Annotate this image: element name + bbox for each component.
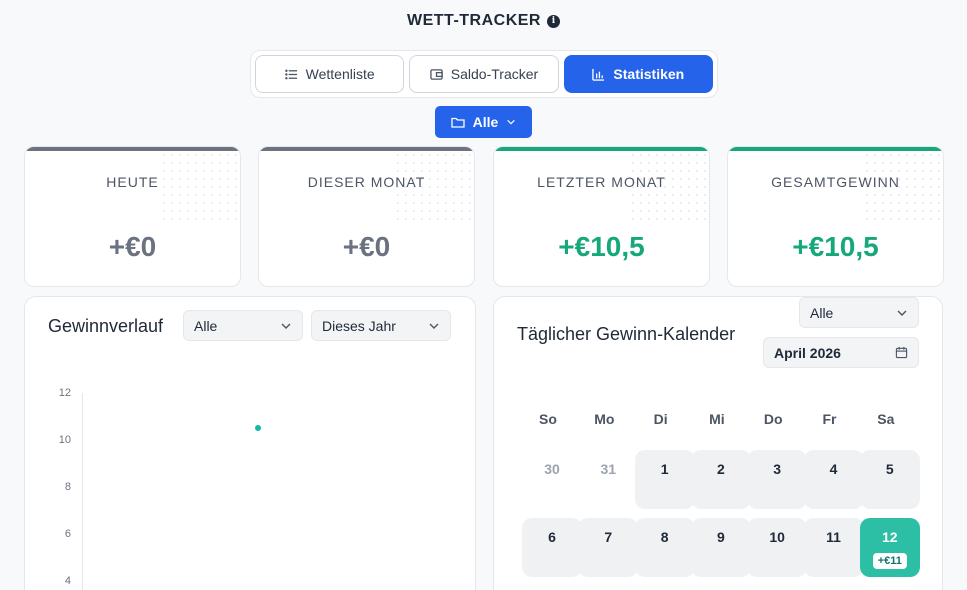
gewinnverlauf-period-select[interactable]: Dieses Jahr [311,310,451,341]
calendar-day-number: 7 [604,529,613,545]
gewinnverlauf-title: Gewinnverlauf [48,316,164,336]
calendar-day[interactable]: 3 [747,450,808,509]
calendar-day[interactable]: 5 [859,450,920,509]
chart-y-tick: 6 [64,528,71,540]
weekday-label: So [539,411,557,427]
info-icon[interactable]: i [546,14,560,28]
calendar-day-number: 1 [660,461,669,477]
calendar-day-number: 12 [882,529,898,545]
stat-value: +€10,5 [792,231,879,262]
calendar-day[interactable]: 8 [634,518,695,577]
tab-label: Statistiken [613,66,685,82]
weekday-label: Do [763,411,783,427]
calendar-icon [895,346,908,359]
stat-label: HEUTE [106,174,159,190]
gewinnverlauf-category-select[interactable]: Alle [183,310,303,341]
calendar-day[interactable]: 4 [803,450,864,509]
chart-y-tick: 12 [58,387,71,399]
calendar-category-select[interactable]: Alle [799,297,919,328]
calendar-title: Täglicher Gewinn-Kalender [517,324,736,344]
calendar-day-number: 10 [769,529,785,545]
header: WETT-TRACKER i [0,12,967,30]
folder-filter-button[interactable]: Alle [435,106,532,138]
calendar-day-number: 30 [544,461,560,477]
calendar-day-number: 2 [716,461,725,477]
select-value: Alle [810,304,834,321]
stat-label: LETZTER MONAT [537,174,666,190]
stat-label: DIESER MONAT [307,174,426,190]
calendar-day-amount: +€11 [872,553,907,569]
calendar-day[interactable]: 6 [522,518,582,577]
tab-label: Saldo-Tracker [450,66,539,82]
calendar-day-number: 31 [600,461,617,477]
weekday-label: Di [653,411,668,427]
stat-card-letzter-monat: LETZTER MONAT +€10,5 [493,146,710,287]
calendar-day-number: 4 [829,461,838,477]
calendar-day-number: 9 [716,529,725,545]
stat-label: GESAMTGEWINN [771,174,900,190]
stat-value: +€0 [108,231,157,262]
calendar-day-number: 3 [773,461,782,477]
bar-chart-icon [592,68,605,81]
calendar-month-picker[interactable]: April 2026 [763,337,919,368]
month-value: April 2026 [774,344,841,361]
tab-wettenliste[interactable]: Wettenliste [255,55,405,93]
calendar-day[interactable]: 1 [634,450,695,509]
chevron-down-icon [897,310,907,316]
folder-filter-label: Alle [472,114,499,130]
calendar-day[interactable]: 10 [747,518,808,577]
weekday-label: Mi [709,411,725,427]
chart-y-tick: 10 [58,434,71,446]
calendar-day-number: 6 [548,529,556,545]
page-title: WETT-TRACKER [407,12,541,29]
wallet-icon [430,68,443,80]
stat-value: +€10,5 [558,231,645,262]
chevron-down-icon [281,323,291,329]
folder-icon [451,117,465,128]
tab-label: Wettenliste [305,66,375,82]
weekday-label: Sa [877,411,895,427]
select-value: Alle [194,317,218,334]
stat-value: +€0 [342,231,391,262]
chart-y-tick: 8 [64,481,71,493]
calendar-day-number: 8 [660,529,669,545]
view-tabs: Wettenliste Saldo-Tracker Statistiken [250,50,718,98]
calendar-day-number: 5 [885,461,894,477]
calendar-day[interactable]: 9 [690,518,751,577]
chart-y-axis [82,393,83,590]
stat-card-gesamtgewinn: GESAMTGEWINN +€10,5 [727,146,944,287]
list-icon [284,69,297,79]
calendar-day[interactable]: 7 [578,518,639,577]
calendar-day[interactable]: 2 [690,450,751,509]
calendar-day-number: 11 [826,529,841,545]
weekday-label: Mo [594,411,615,427]
chevron-down-icon [429,323,439,329]
select-value: Dieses Jahr [322,317,396,334]
tab-saldo-tracker[interactable]: Saldo-Tracker [409,55,559,93]
stat-card-heute: HEUTE +€0 [24,146,241,287]
chevron-down-icon [507,119,516,125]
weekday-label: Fr [822,411,837,427]
calendar-day[interactable]: 12 +€11 [859,518,920,577]
calendar-day[interactable]: 31 [578,450,638,509]
stat-card-dieser-monat: DIESER MONAT +€0 [258,146,475,287]
chart-y-tick: 4 [64,575,71,587]
calendar-day[interactable]: 11 [803,518,864,577]
calendar-day[interactable]: 30 [522,450,582,509]
tab-statistiken[interactable]: Statistiken [563,55,713,93]
